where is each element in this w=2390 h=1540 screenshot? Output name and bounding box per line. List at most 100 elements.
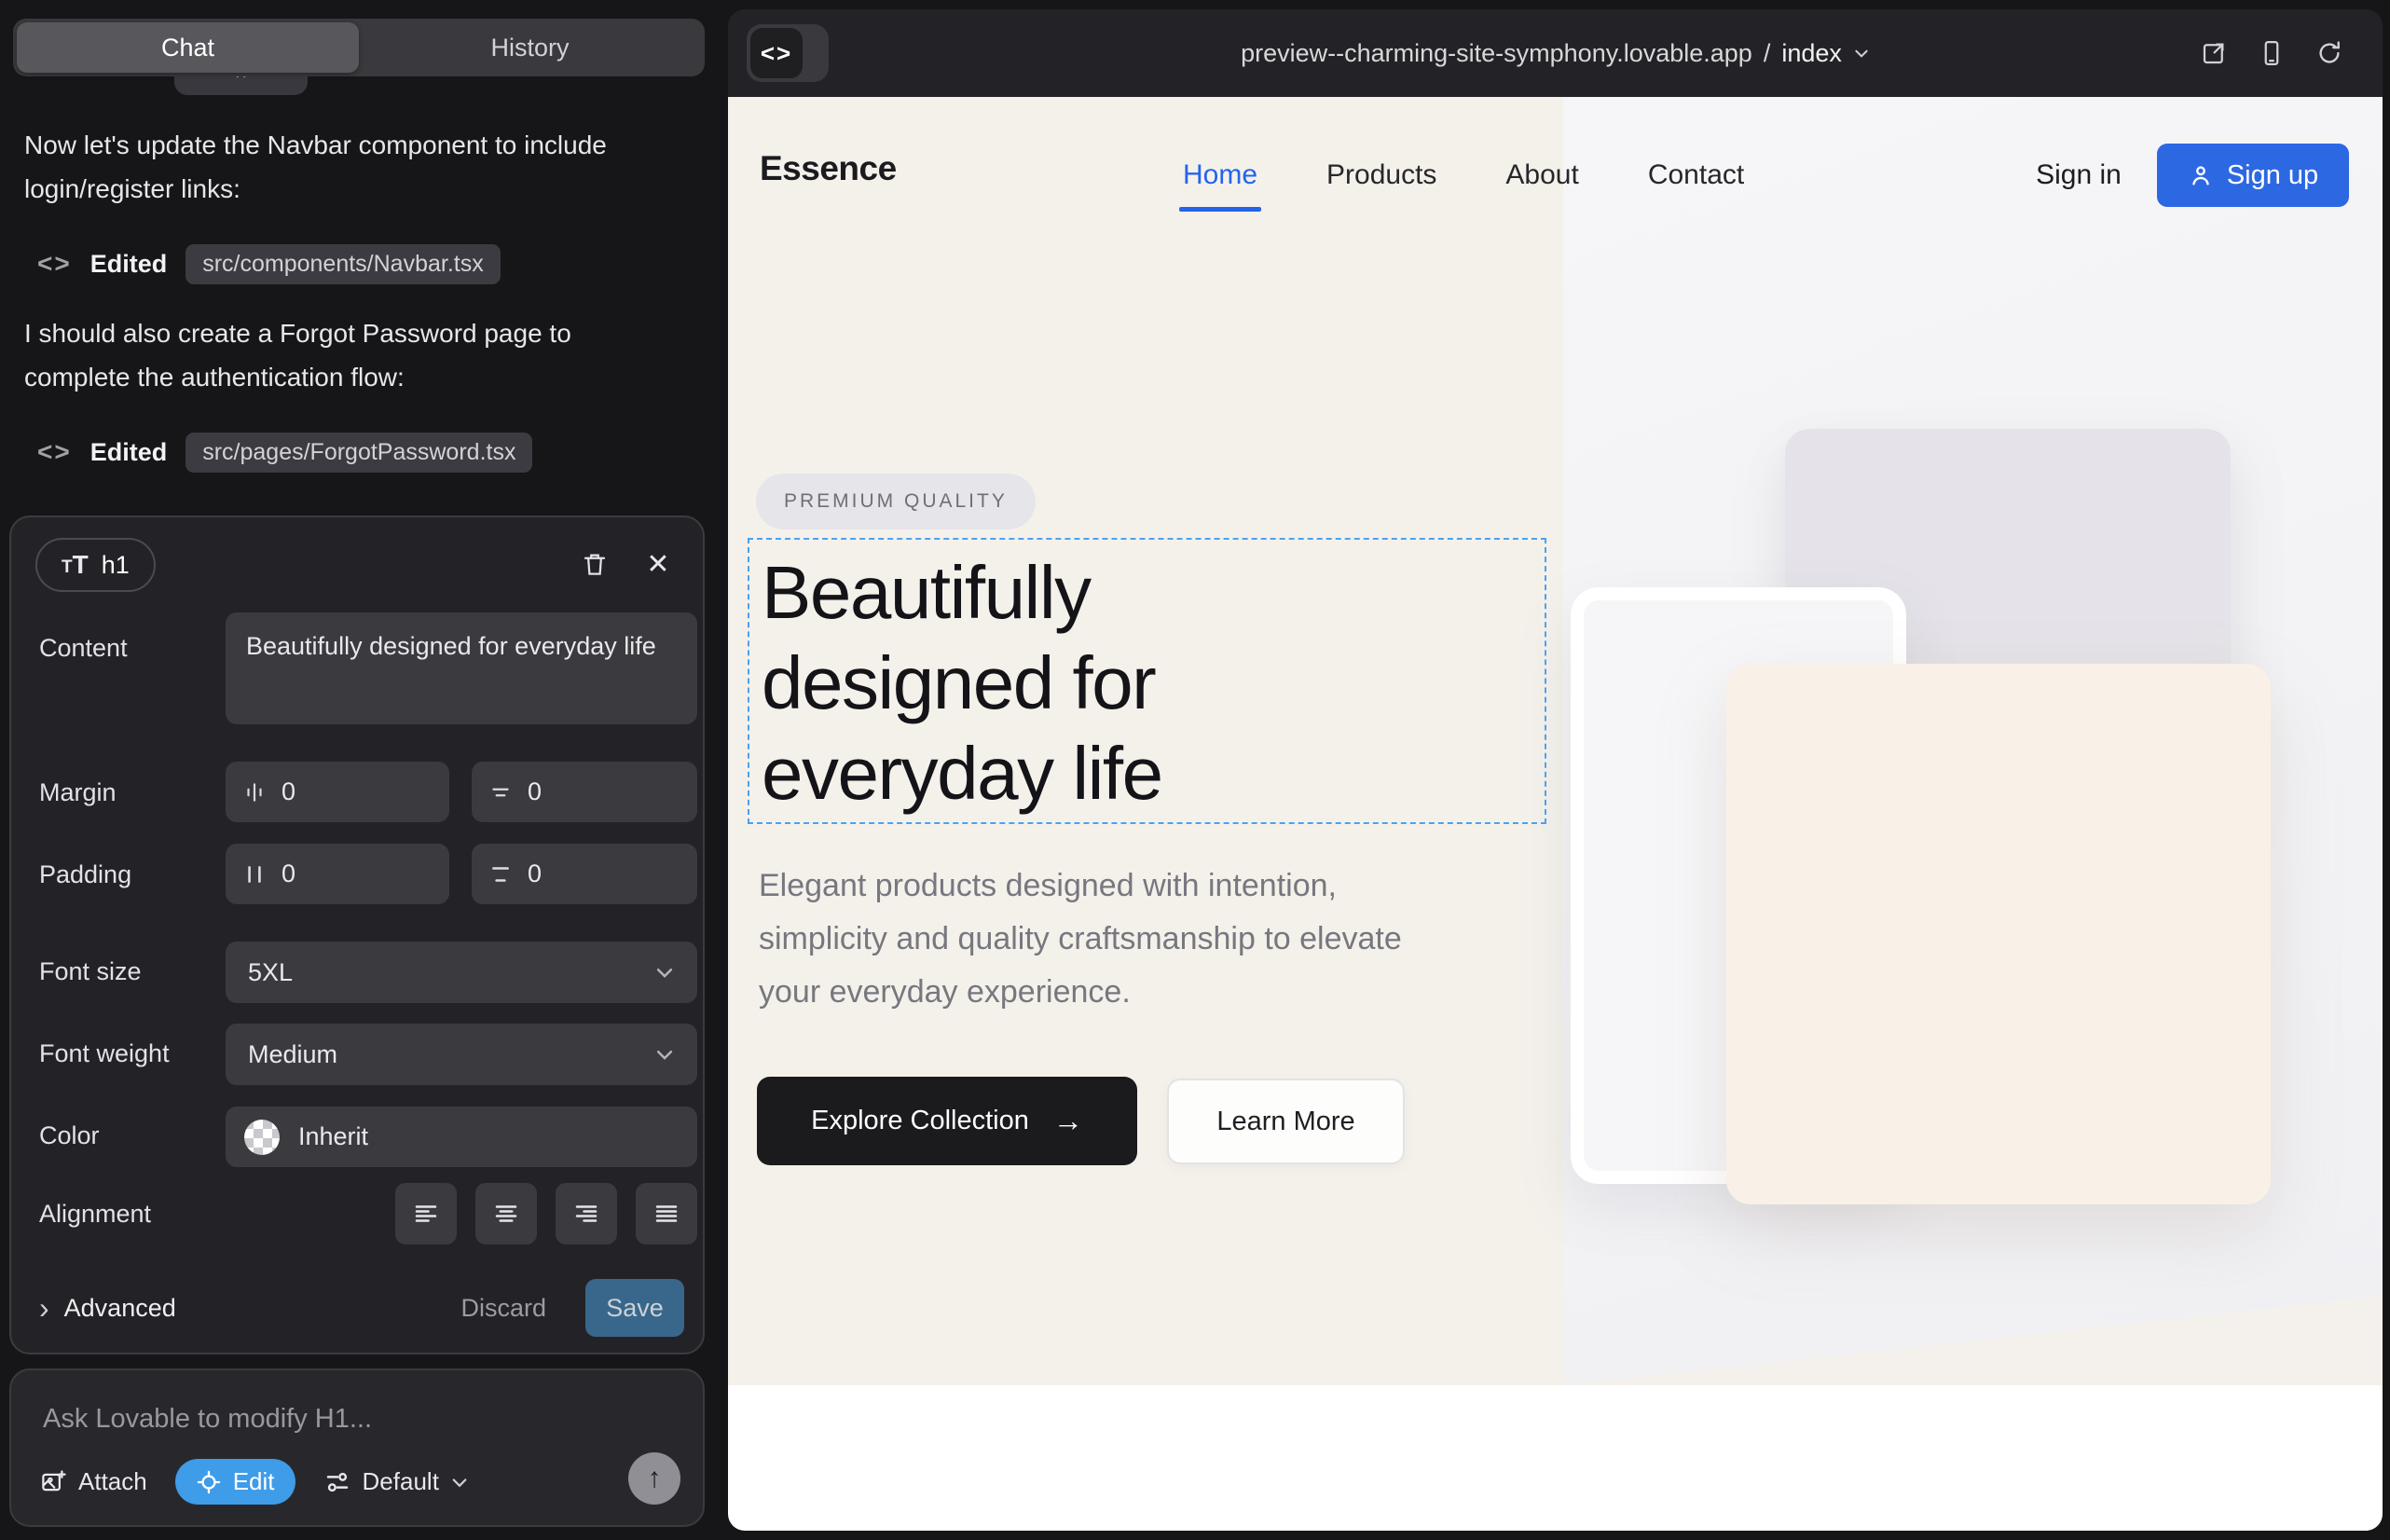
url-path: index	[1781, 39, 1842, 68]
alignment-group	[395, 1183, 697, 1244]
margin-y-input[interactable]: 0	[472, 762, 697, 822]
chevron-down-icon	[654, 962, 675, 983]
preview-window: <> preview--charming-site-symphony.lovab…	[728, 9, 2383, 1531]
content-input[interactable]: Beautifully designed for everyday life	[226, 612, 697, 724]
nav-link-about[interactable]: About	[1505, 159, 1578, 191]
mobile-view-button[interactable]	[2256, 37, 2287, 69]
chat-history-tabs: Chat History	[13, 19, 705, 76]
external-link-icon	[2200, 39, 2228, 67]
crosshair-icon	[196, 1469, 222, 1495]
close-icon: ✕	[646, 548, 669, 581]
align-left-icon	[412, 1200, 440, 1228]
chat-input[interactable]: Ask Lovable to modify H1...	[43, 1404, 372, 1435]
nav-link-home[interactable]: Home	[1183, 159, 1257, 191]
save-button[interactable]: Save	[585, 1279, 684, 1337]
explore-collection-button[interactable]: Explore Collection →	[757, 1077, 1137, 1165]
premium-quality-badge: PREMIUM QUALITY	[756, 474, 1036, 529]
margin-x-input[interactable]: 0	[226, 762, 449, 822]
align-justify-button[interactable]	[636, 1183, 697, 1244]
alignment-label: Alignment	[39, 1200, 151, 1229]
chevron-down-icon	[1853, 45, 1870, 62]
hero-description: Elegant products designed with intention…	[759, 859, 1402, 1019]
close-editor-button[interactable]: ✕	[639, 545, 677, 583]
attach-button[interactable]: Attach	[39, 1467, 147, 1496]
sign-in-link[interactable]: Sign in	[2036, 97, 2122, 254]
font-weight-label: Font weight	[39, 1039, 170, 1068]
tab-history[interactable]: History	[359, 22, 701, 73]
chat-input-box: Ask Lovable to modify H1... Attach Edit …	[9, 1368, 705, 1527]
edited-file-row: <> Edited src/pages/ForgotPassword.tsx	[37, 429, 532, 475]
chat-sidebar: ·· Chat History Now let's update the Nav…	[0, 0, 727, 1540]
edited-label: Edited	[90, 438, 168, 467]
chrome-actions	[2198, 9, 2345, 97]
nav-link-products[interactable]: Products	[1326, 159, 1436, 191]
mobile-icon	[2258, 39, 2286, 67]
code-icon: <>	[37, 437, 72, 467]
align-right-icon	[572, 1200, 600, 1228]
default-mode-dropdown[interactable]: Default	[323, 1467, 469, 1496]
padding-horizontal-icon	[242, 862, 267, 887]
file-chip[interactable]: src/components/Navbar.tsx	[185, 244, 501, 284]
edit-mode-button[interactable]: Edit	[175, 1459, 295, 1505]
prompt-toolbar: Attach Edit Default	[39, 1459, 469, 1505]
attach-image-icon	[39, 1468, 67, 1496]
margin-horizontal-icon	[242, 780, 267, 804]
font-weight-select[interactable]: Medium	[226, 1024, 697, 1085]
padding-y-input[interactable]: 0	[472, 844, 697, 904]
color-label: Color	[39, 1121, 100, 1150]
font-size-select[interactable]: 5XL	[226, 942, 697, 1003]
align-left-button[interactable]	[395, 1183, 457, 1244]
refresh-icon	[2315, 39, 2343, 67]
discard-button[interactable]: Discard	[460, 1294, 546, 1323]
element-tag-name: h1	[102, 551, 130, 580]
file-chip[interactable]: src/pages/ForgotPassword.tsx	[185, 433, 532, 473]
arrow-right-icon: →	[1053, 1104, 1083, 1138]
code-icon: <>	[37, 249, 72, 279]
padding-x-input[interactable]: 0	[226, 844, 449, 904]
chevron-right-icon: ›	[39, 1296, 49, 1320]
color-select[interactable]: Inherit	[226, 1107, 697, 1167]
h1-selection-outline[interactable]: Beautifully designed for everyday life	[748, 538, 1546, 824]
hero-heading-line: everyday life	[762, 728, 1162, 818]
hero-heading-line: designed for	[762, 638, 1162, 728]
element-editor-panel: TT h1 ✕ Content Beautifully designed for…	[9, 516, 705, 1354]
site-navbar: Essence Home Products About Contact Sign…	[728, 97, 2383, 254]
padding-vertical-icon	[488, 862, 513, 887]
assistant-message: Now let's update the Navbar component to…	[24, 123, 658, 211]
content-label: Content	[39, 634, 128, 663]
element-tag-pill: TT h1	[35, 538, 156, 592]
user-icon	[2188, 162, 2214, 188]
align-right-button[interactable]	[556, 1183, 617, 1244]
font-size-label: Font size	[39, 957, 142, 986]
edited-file-row: <> Edited src/components/Navbar.tsx	[37, 241, 501, 287]
send-button[interactable]: ↑	[628, 1452, 680, 1505]
nav-links: Home Products About Contact	[1183, 97, 1744, 254]
sliders-icon	[323, 1468, 351, 1496]
chevron-down-icon	[654, 1044, 675, 1065]
align-center-icon	[492, 1200, 520, 1228]
url-bar[interactable]: preview--charming-site-symphony.lovable.…	[728, 9, 2383, 97]
margin-vertical-icon	[488, 780, 513, 804]
delete-element-button[interactable]	[576, 545, 613, 583]
color-swatch	[244, 1120, 280, 1155]
learn-more-button[interactable]: Learn More	[1167, 1079, 1405, 1164]
url-separator: /	[1764, 39, 1771, 68]
advanced-toggle[interactable]: › Advanced	[39, 1294, 176, 1323]
url-host: preview--charming-site-symphony.lovable.…	[1241, 39, 1752, 68]
hero-heading-line: Beautifully	[762, 547, 1162, 638]
editor-footer: › Advanced Discard Save	[39, 1279, 684, 1337]
trash-icon	[581, 550, 609, 578]
padding-label: Padding	[39, 860, 131, 889]
site-logo[interactable]: Essence	[760, 149, 897, 188]
chevron-down-icon	[450, 1473, 469, 1492]
nav-link-contact[interactable]: Contact	[1648, 159, 1744, 191]
align-justify-icon	[652, 1200, 680, 1228]
align-center-button[interactable]	[475, 1183, 537, 1244]
open-external-button[interactable]	[2198, 37, 2230, 69]
sign-up-button[interactable]: Sign up	[2157, 144, 2349, 207]
hero-heading: Beautifully designed for everyday life	[762, 547, 1162, 818]
refresh-button[interactable]	[2314, 37, 2345, 69]
assistant-message: I should also create a Forgot Password p…	[24, 311, 658, 399]
tab-chat[interactable]: Chat	[17, 22, 359, 73]
margin-label: Margin	[39, 778, 117, 807]
